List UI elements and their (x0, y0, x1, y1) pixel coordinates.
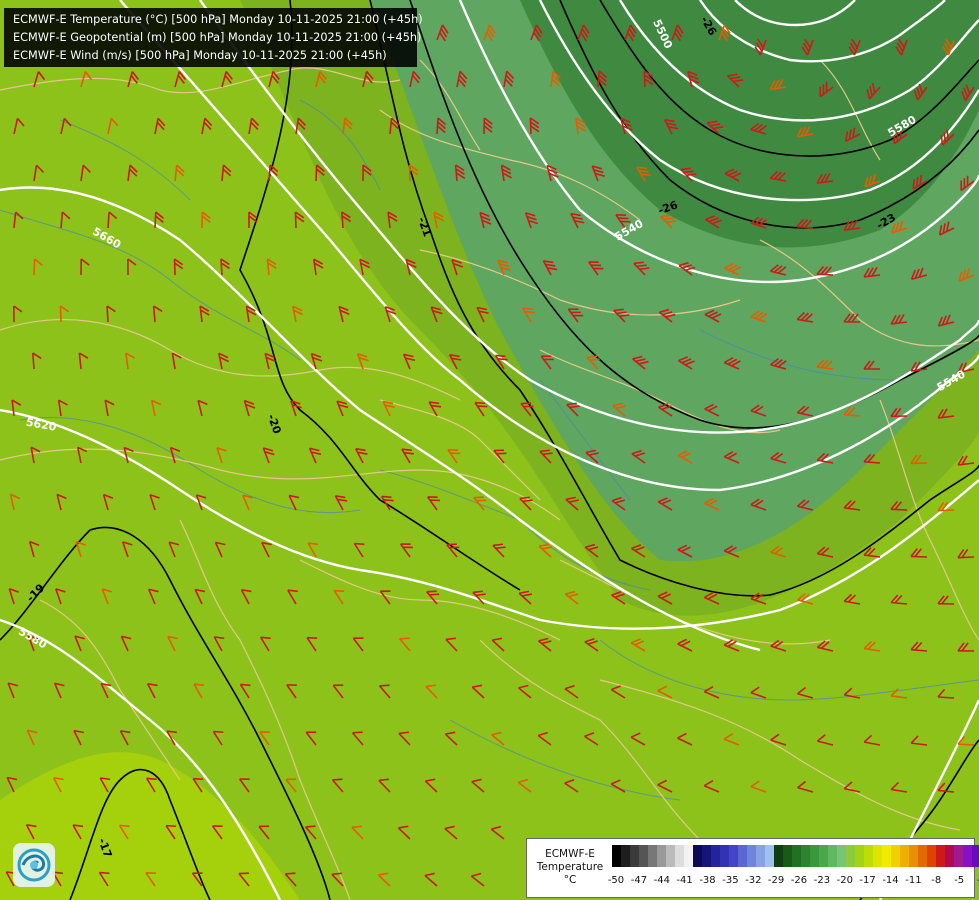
legend-swatch (639, 845, 648, 867)
legend-swatch (630, 845, 639, 867)
legend-swatch (693, 845, 702, 867)
legend-tick: -50 (607, 875, 625, 886)
legend-swatch (792, 845, 801, 867)
legend-swatch (936, 845, 945, 867)
legend-tick: -41 (676, 875, 693, 886)
legend-swatch (846, 845, 855, 867)
legend-swatch (909, 845, 918, 867)
legend-swatch (828, 845, 837, 867)
legend-swatch (954, 845, 963, 867)
legend-tick: -26 (790, 875, 808, 886)
legend-swatch (774, 845, 783, 867)
legend-color-scale (612, 845, 979, 867)
legend-swatch (729, 845, 738, 867)
legend-swatch (747, 845, 756, 867)
legend-model: ECMWF-E (545, 848, 595, 860)
legend-tick: -29 (767, 875, 785, 886)
legend-swatch (684, 845, 693, 867)
legend-swatch (612, 845, 621, 867)
legend-tick: -20 (836, 875, 853, 886)
legend-tick: -23 (813, 875, 831, 886)
legend-swatch (666, 845, 675, 867)
legend-swatch (657, 845, 666, 867)
legend-swatch (738, 845, 747, 867)
legend-swatch (864, 845, 873, 867)
legend-swatch (783, 845, 792, 867)
legend-swatch (720, 845, 729, 867)
legend-swatch (855, 845, 864, 867)
weather-map-view: 5500 5540 5580 5620 5580 5540 5660 -26 -… (0, 0, 979, 900)
legend-swatch (819, 845, 828, 867)
legend-tick: -11 (905, 875, 922, 886)
title-geopotential: ECMWF-E Geopotential (m) [500 hPa] Monda… (13, 31, 422, 44)
legend-swatch (837, 845, 846, 867)
legend-unit: °C (563, 874, 577, 886)
legend-tick-labels: -50 -47 -44 -41 -38 -35 -32 -29 -26 -23 -20 -17 -14-… (608, 875, 979, 889)
map-title-box: ECMWF-E Temperature (°C) [500 hPa] Monda… (4, 8, 423, 67)
legend-swatch (963, 845, 972, 867)
provider-logo-icon[interactable] (13, 843, 55, 887)
legend-swatch (873, 845, 882, 867)
legend-swatch (711, 845, 720, 867)
legend-swatch (648, 845, 657, 867)
legend-swatch (891, 845, 900, 867)
map-canvas[interactable]: 5500 5540 5580 5620 5580 5540 5660 -26 -… (0, 0, 979, 900)
legend-swatch (882, 845, 891, 867)
legend-tick: -8 (931, 875, 942, 886)
legend-tick: -47 (630, 875, 648, 886)
legend-swatch (927, 845, 936, 867)
legend-swatch (675, 845, 684, 867)
legend-swatch (801, 845, 810, 867)
legend-swatch (810, 845, 819, 867)
legend-tick: -32 (745, 875, 762, 886)
title-temperature: ECMWF-E Temperature (°C) [500 hPa] Monda… (13, 13, 423, 26)
title-wind: ECMWF-E Wind (m/s) [500 hPa] Monday 10-1… (13, 49, 387, 62)
legend-swatch (918, 845, 927, 867)
legend-swatch (702, 845, 711, 867)
temperature-legend: ECMWF-E Temperature °C -50 -47 -44 -41 -38 -3… (526, 838, 979, 898)
legend-tick: -35 (722, 875, 739, 886)
legend-tick: -5 (954, 875, 965, 886)
legend-swatch (900, 845, 909, 867)
legend-variable: Temperature (536, 861, 604, 873)
legend-tick: -14 (882, 875, 899, 886)
legend-swatch (972, 845, 979, 867)
legend-tick: -17 (859, 875, 876, 886)
legend-swatch (621, 845, 630, 867)
legend-tick: -44 (653, 875, 670, 886)
legend-tick: -38 (699, 875, 716, 886)
legend-swatch (756, 845, 765, 867)
legend-swatch (765, 845, 774, 867)
legend-swatch (945, 845, 954, 867)
